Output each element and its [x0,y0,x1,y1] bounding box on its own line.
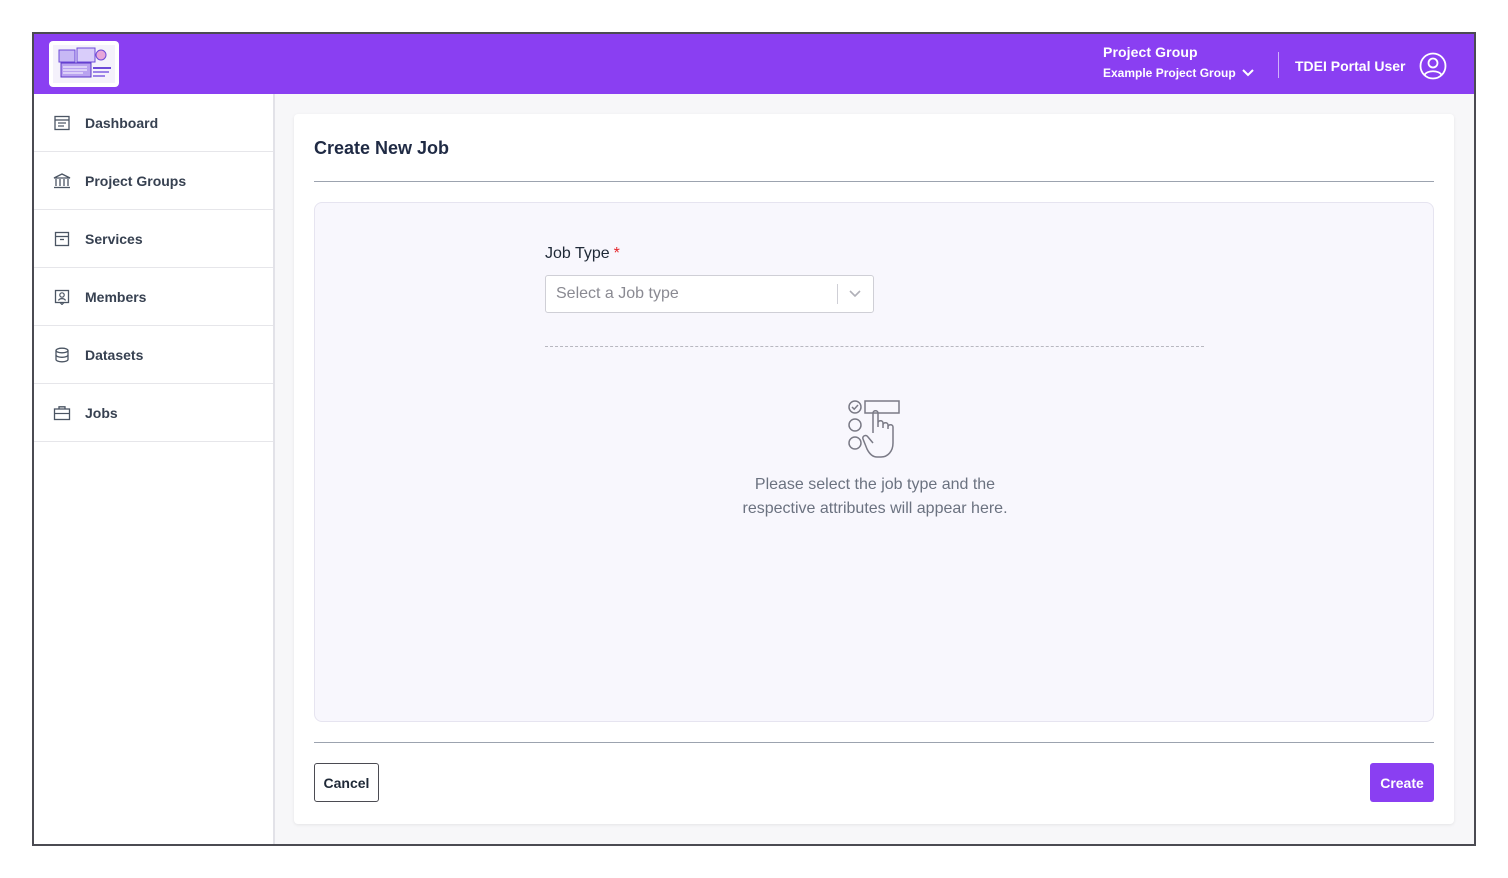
required-marker: * [613,245,620,262]
sidebar-item-jobs[interactable]: Jobs [34,384,273,442]
member-badge-icon [53,288,71,306]
briefcase-icon [53,404,71,422]
sidebar-item-services[interactable]: Services [34,210,273,268]
sidebar-item-project-groups[interactable]: Project Groups [34,152,273,210]
project-group-dropdown[interactable]: Example Project Group [1103,66,1254,80]
logo-illustration-icon [53,45,115,83]
project-group-value: Example Project Group [1103,66,1236,80]
page-title: Create New Job [314,138,450,158]
footer-divider [314,742,1434,743]
cancel-button[interactable]: Cancel [314,763,379,802]
sidebar-item-label: Dashboard [85,114,159,131]
archive-box-icon [53,230,71,248]
sidebar-item-dashboard[interactable]: Dashboard [34,94,273,152]
chevron-down-icon [1241,69,1254,77]
portal-logo[interactable] [49,41,119,87]
empty-state-message: Please select the job type and the respe… [675,473,1075,521]
sidebar-item-label: Jobs [85,404,118,421]
empty-state-line-1: Please select the job type and the [754,476,996,493]
sidebar-item-label: Services [85,230,143,247]
project-group-label: Project Group [1103,44,1198,60]
chevron-down-icon [849,290,861,298]
bank-icon [53,172,71,190]
job-type-select[interactable]: Select a Job type [545,275,874,313]
database-icon [53,346,71,364]
select-option-hand-icon [848,400,900,458]
job-type-label: Job Type * [545,245,620,263]
sidebar-item-members[interactable]: Members [34,268,273,326]
sidebar-item-label: Datasets [85,346,144,363]
create-job-card: Create New Job Job Type * Select a Job ty… [294,114,1454,824]
app-window: Project Group Example Project Group TDEI… [32,32,1476,846]
sidebar: Dashboard Project Groups Services Member… [34,94,275,844]
sidebar-item-label: Project Groups [85,172,187,189]
user-avatar-icon [1420,52,1447,80]
sidebar-item-label: Members [85,288,147,305]
project-group-selector: Project Group Example Project Group [1103,44,1254,80]
top-bar: Project Group Example Project Group TDEI… [34,34,1474,94]
form-divider-dashed [545,346,1204,347]
create-button[interactable]: Create [1370,763,1434,802]
select-separator [837,284,838,304]
user-name: TDEI Portal User [1295,58,1406,74]
job-type-placeholder: Select a Job type [556,285,679,302]
user-menu[interactable]: TDEI Portal User [1295,52,1447,80]
job-type-label-text: Job Type [545,245,610,262]
dashboard-icon [53,114,71,132]
job-form-panel: Job Type * Select a Job type Please selec… [314,202,1434,722]
title-divider [314,181,1434,182]
sidebar-item-datasets[interactable]: Datasets [34,326,273,384]
empty-state-line-2: respective attributes will appear here. [742,500,1008,517]
header-divider [1278,52,1279,78]
